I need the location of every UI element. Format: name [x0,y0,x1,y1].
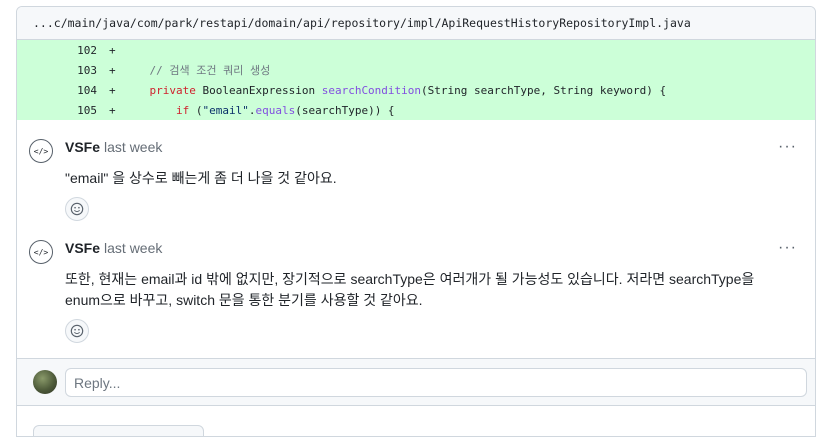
reply-bar [17,358,815,406]
author-name[interactable]: VSFe [65,139,100,155]
avatar[interactable]: </> [29,240,53,264]
code-keyword: private [149,83,196,97]
more-options-icon[interactable]: ··· [778,138,797,156]
code-text: // 검색 조건 쿼리 생성 [123,62,271,78]
diff-sign: + [109,83,116,97]
code-rest: (searchType)) { [295,103,395,117]
line-number: 105 [77,103,97,117]
code-punct: ( [189,103,203,117]
current-user-avatar [33,370,57,394]
reply-input[interactable] [65,368,807,397]
code-text: private BooleanExpression searchConditio… [123,83,667,97]
smiley-icon [70,324,84,338]
code-string: "email" [202,103,249,117]
file-header: ...c/main/java/com/park/restapi/domain/a… [17,7,815,40]
review-comment: </> VSFe last week ··· 또한, 현재는 email과 id… [17,221,815,343]
comment-header: VSFe last week [65,138,799,156]
diff-line: 103 + // 검색 조건 쿼리 생성 [17,60,815,80]
code-type: BooleanExpression [202,83,316,97]
more-options-icon[interactable]: ··· [778,239,797,257]
line-number: 103 [77,63,97,77]
comment-timestamp[interactable]: last week [104,139,162,155]
review-comment: </> VSFe last week ··· "email" 을 상수로 빼는게… [17,120,815,221]
line-number: 104 [77,83,97,97]
comment-header: VSFe last week [65,239,799,257]
code-keyword: if [175,103,190,117]
diff-sign: + [109,103,116,117]
smiley-icon [70,202,84,216]
code-function: searchCondition [321,83,422,97]
diff-sign: + [109,63,116,77]
diff-sign: + [109,43,116,57]
review-thread: ...c/main/java/com/park/restapi/domain/a… [16,6,816,437]
code-params: (String searchType, String keyword) { [421,83,667,97]
file-path-link[interactable]: ...c/main/java/com/park/restapi/domain/a… [33,16,691,30]
code-method: equals [255,103,296,117]
diff-line: 105 + if ("email".equals(searchType)) { [17,100,815,120]
diff-snippet: 102 + 103 + // 검색 조건 쿼리 생성 104 + private… [17,40,815,120]
diff-line: 104 + private BooleanExpression searchCo… [17,80,815,100]
code-text: if ("email".equals(searchType)) { [123,104,395,117]
comment-timestamp[interactable]: last week [104,240,162,256]
add-reaction-button[interactable] [65,197,89,221]
line-number: 102 [77,43,97,57]
comment-body: "email" 을 상수로 빼는게 좀 더 나을 것 같아요. [65,170,337,186]
add-reaction-button[interactable] [65,319,89,343]
author-name[interactable]: VSFe [65,240,100,256]
resolve-conversation-button[interactable]: Resolve conversation [33,425,204,436]
avatar[interactable]: </> [29,139,53,163]
code-comment: // 검색 조건 쿼리 생성 [149,64,271,77]
diff-line: 102 + [17,40,815,60]
comment-body: 또한, 현재는 email과 id 밖에 없지만, 장기적으로 searchTy… [65,271,755,308]
